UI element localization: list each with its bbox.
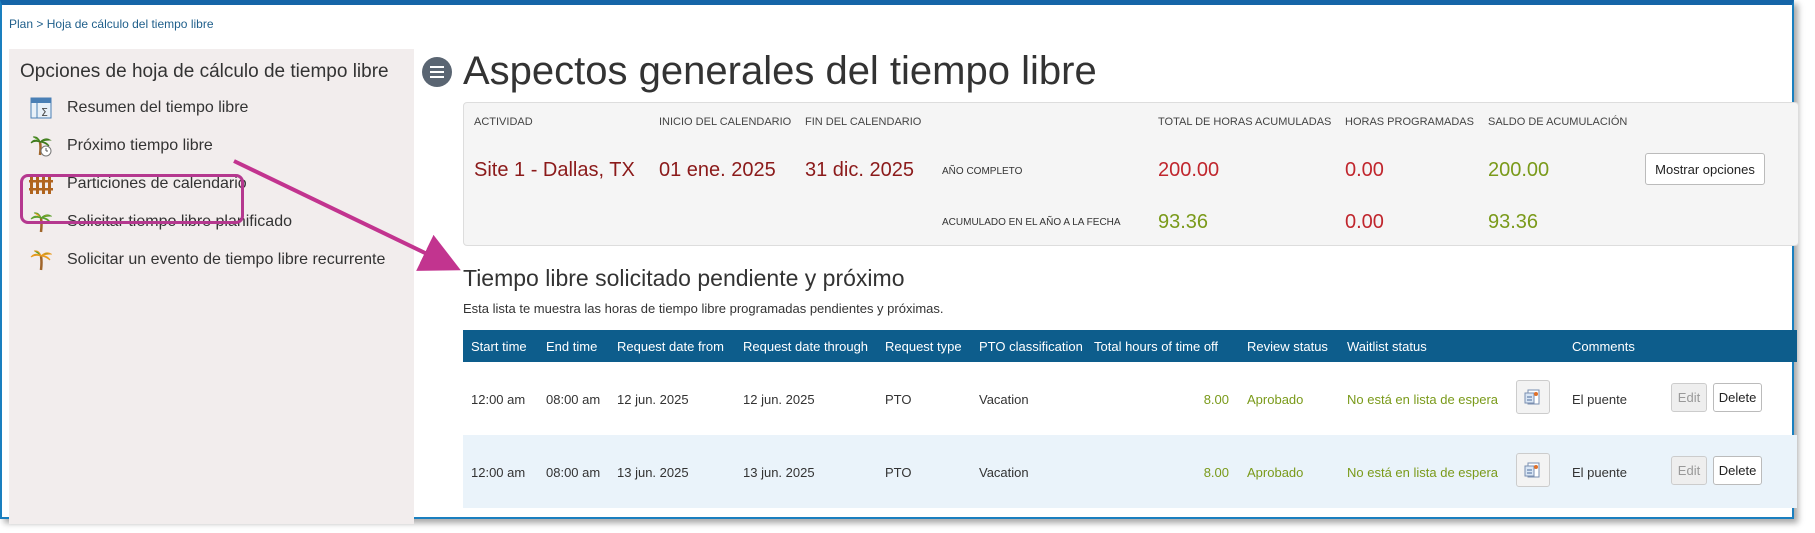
cell-comments: El puente <box>1572 465 1627 480</box>
delete-button[interactable]: Delete <box>1713 383 1762 412</box>
cell-end-time: 08:00 am <box>546 392 601 407</box>
sidebar-title: Opciones de hoja de cálculo de tiempo li… <box>20 61 389 82</box>
table-row: 12:00 am 08:00 am 13 jun. 2025 13 jun. 2… <box>463 435 1797 508</box>
ytd-scheduled: 0.00 <box>1345 211 1384 233</box>
sidebar-item-request-recurring[interactable]: Solicitar un evento de tiempo libre recu… <box>29 247 385 273</box>
column-header[interactable]: Start time <box>471 339 527 354</box>
summary-panel: ACTIVIDAD INICIO DEL CALENDARIO FIN DEL … <box>463 102 1799 246</box>
column-header[interactable]: Waitlist status <box>1347 339 1427 354</box>
sidebar-item-summary[interactable]: Σ Resumen del tiempo libre <box>29 95 248 121</box>
column-header[interactable]: Comments <box>1572 339 1635 354</box>
full-year-balance: 200.00 <box>1488 159 1550 181</box>
column-header[interactable]: Review status <box>1247 339 1328 354</box>
cell-date-through: 13 jun. 2025 <box>743 465 815 480</box>
sidebar-item-upcoming[interactable]: Próximo tiempo libre <box>29 133 213 159</box>
cell-comments: El puente <box>1572 392 1627 407</box>
cell-classification: Vacation <box>979 392 1029 407</box>
column-header[interactable]: Request date through <box>743 339 868 354</box>
breadcrumb-separator: > <box>36 17 44 31</box>
cell-end-time: 08:00 am <box>546 465 601 480</box>
breadcrumb: Plan > Hoja de cálculo del tiempo libre <box>9 17 214 31</box>
header-activity: ACTIVIDAD <box>474 116 533 128</box>
hamburger-icon <box>430 66 444 78</box>
cell-request-type: PTO <box>885 392 912 407</box>
column-header[interactable]: Total hours of time off <box>1094 339 1218 354</box>
menu-toggle-button[interactable] <box>422 57 452 87</box>
header-calendar-start: INICIO DEL CALENDARIO <box>659 116 792 128</box>
cell-waitlist-status: No está en lista de espera <box>1347 392 1499 407</box>
sidebar: Opciones de hoja de cálculo de tiempo li… <box>9 49 414 524</box>
section-title: Tiempo libre solicitado pendiente y próx… <box>463 265 905 291</box>
waitlist-detail-button[interactable] <box>1516 380 1550 414</box>
cell-review-status: Aprobado <box>1247 392 1304 407</box>
palm-tree-icon <box>29 248 53 272</box>
column-header[interactable]: Request date from <box>617 339 724 354</box>
summary-sheet-icon: Σ <box>29 96 53 120</box>
app-window: Plan > Hoja de cálculo del tiempo libre … <box>0 0 1799 524</box>
header-accrual-balance: SALDO DE ACUMULACIÓN <box>1488 116 1628 128</box>
header-calendar-end: FIN DEL CALENDARIO <box>805 116 922 128</box>
ytd-accrued: 93.36 <box>1158 211 1209 233</box>
waitlist-detail-button[interactable] <box>1516 453 1550 487</box>
cell-date-from: 12 jun. 2025 <box>617 392 689 407</box>
show-options-button[interactable]: Mostrar opciones <box>1645 153 1765 185</box>
cell-hours: 8.00 <box>1203 465 1229 480</box>
cell-date-from: 13 jun. 2025 <box>617 465 689 480</box>
page-title: Aspectos generales del tiempo libre <box>463 49 1097 93</box>
breadcrumb-current-link[interactable]: Hoja de cálculo del tiempo libre <box>47 17 214 31</box>
breadcrumb-plan-link[interactable]: Plan <box>9 17 33 31</box>
delete-button[interactable]: Delete <box>1713 456 1762 485</box>
cell-start-time: 12:00 am <box>471 465 526 480</box>
cell-classification: Vacation <box>979 465 1029 480</box>
cell-waitlist-status: No está en lista de espera <box>1347 465 1499 480</box>
column-header[interactable]: PTO classification <box>979 339 1083 354</box>
cell-request-type: PTO <box>885 465 912 480</box>
column-header[interactable]: Request type <box>885 339 962 354</box>
list-detail-icon <box>1524 389 1540 405</box>
cell-review-status: Aprobado <box>1247 465 1304 480</box>
header-total-accrued: TOTAL DE HORAS ACUMULADAS <box>1158 116 1332 128</box>
cell-start-time: 12:00 am <box>471 392 526 407</box>
row-label-full-year: AÑO COMPLETO <box>942 166 1023 177</box>
calendar-end-value: 31 dic. 2025 <box>805 159 914 181</box>
sidebar-item-label: Resumen del tiempo libre <box>67 99 249 116</box>
table-header: Start time End time Request date from Re… <box>463 330 1797 362</box>
list-detail-icon <box>1524 462 1540 478</box>
full-year-scheduled: 0.00 <box>1345 159 1384 181</box>
highlight-annotation-box <box>20 174 244 224</box>
ytd-balance: 93.36 <box>1488 211 1539 233</box>
edit-button[interactable]: Edit <box>1671 456 1707 485</box>
calendar-start-value: 01 ene. 2025 <box>659 159 776 181</box>
section-subtitle: Esta lista te muestra las horas de tiemp… <box>463 301 944 316</box>
activity-value: Site 1 - Dallas, TX <box>474 159 635 181</box>
sidebar-item-label: Próximo tiempo libre <box>67 137 213 154</box>
column-header[interactable]: End time <box>546 339 597 354</box>
cell-hours: 8.00 <box>1203 392 1229 407</box>
table-row: 12:00 am 08:00 am 12 jun. 2025 12 jun. 2… <box>463 362 1797 435</box>
pending-timeoff-table: Start time End time Request date from Re… <box>463 330 1797 508</box>
full-year-accrued: 200.00 <box>1158 159 1220 181</box>
edit-button[interactable]: Edit <box>1671 383 1707 412</box>
sidebar-item-label: Solicitar un evento de tiempo libre recu… <box>67 251 386 268</box>
row-label-ytd: ACUMULADO EN EL AÑO A LA FECHA <box>942 217 1121 228</box>
cell-date-through: 12 jun. 2025 <box>743 392 815 407</box>
palm-tree-clock-icon <box>29 134 53 158</box>
header-scheduled-hours: HORAS PROGRAMADAS <box>1345 116 1474 128</box>
svg-text:Σ: Σ <box>41 106 48 119</box>
